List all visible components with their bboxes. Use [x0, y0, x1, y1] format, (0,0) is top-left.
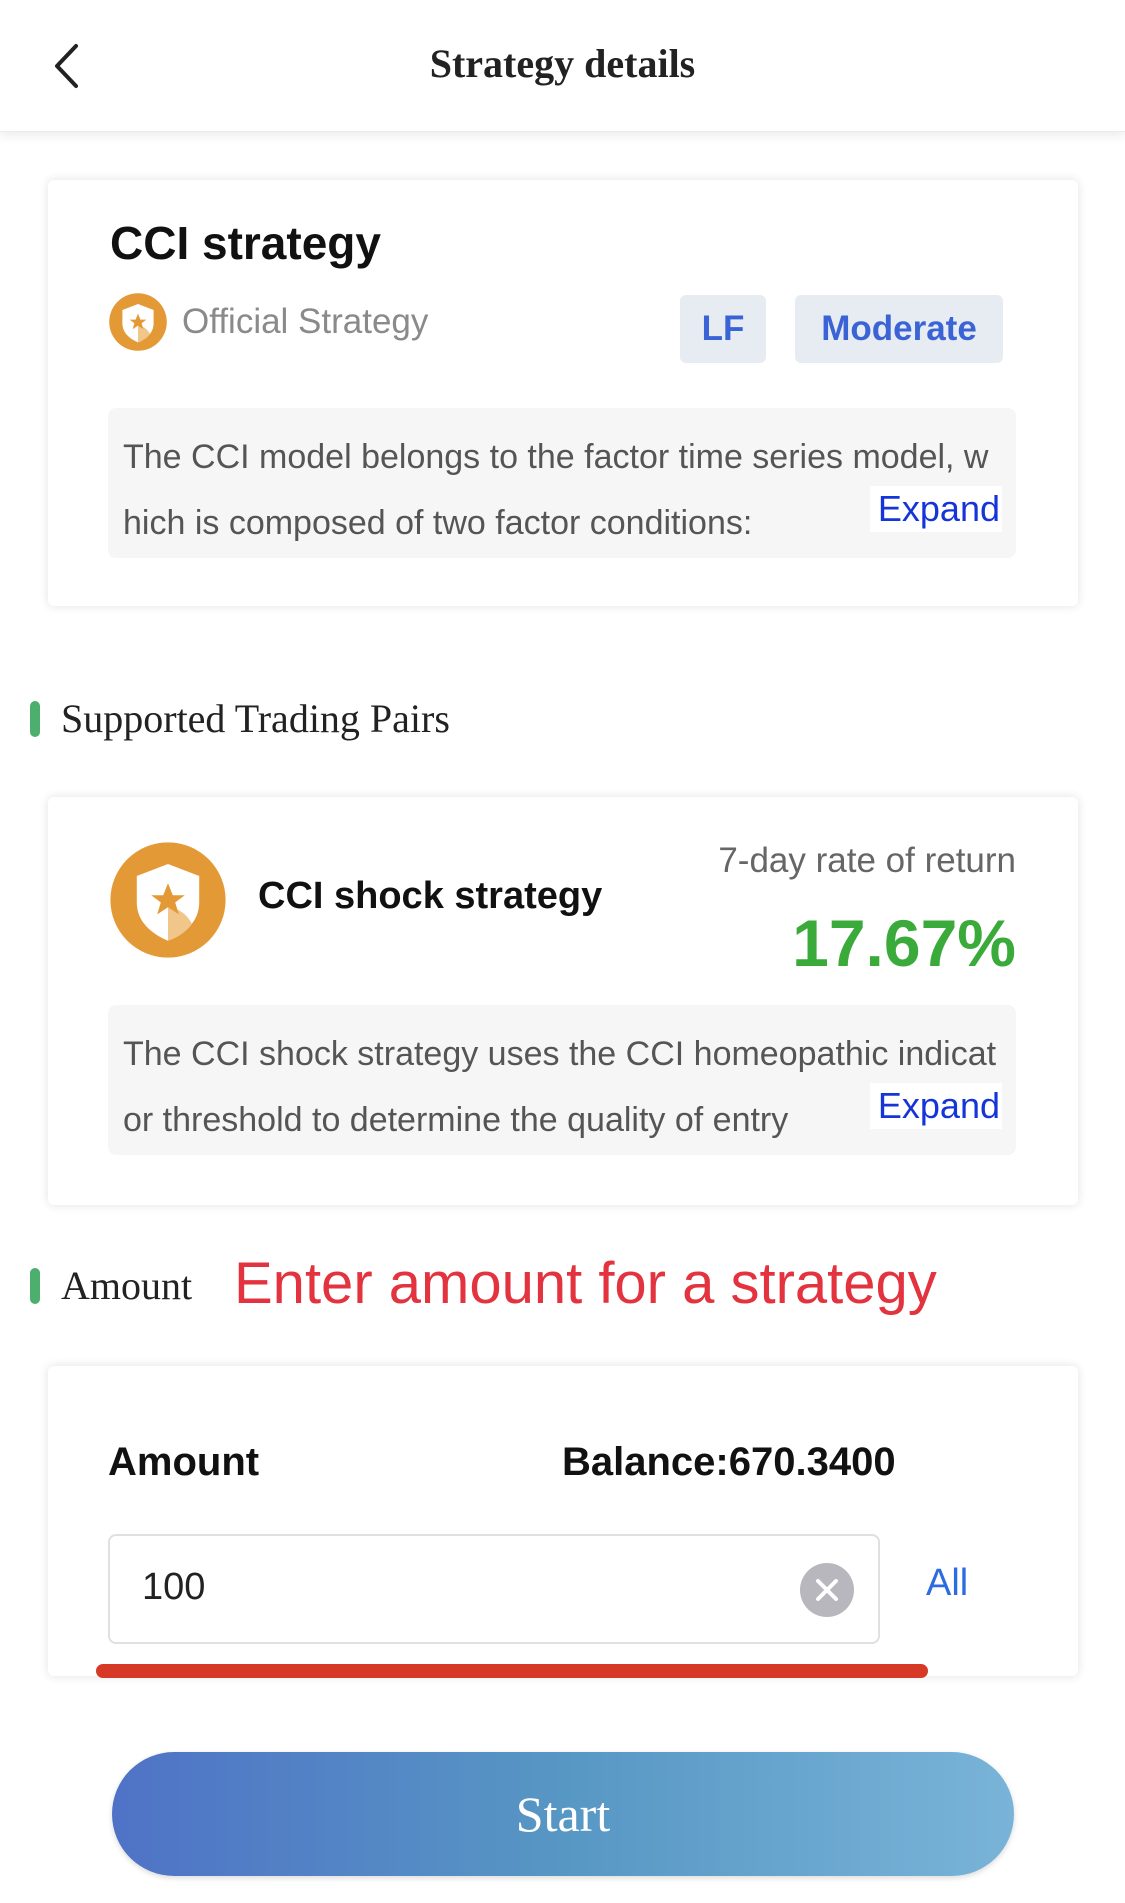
section-marker [30, 700, 40, 737]
section-header-trading-pairs: Supported Trading Pairs [30, 695, 450, 742]
page-title: Strategy details [429, 41, 696, 86]
balance-text: Balance:670.3400 [562, 1440, 896, 1484]
all-amount-button[interactable]: All [926, 1562, 968, 1605]
amount-input-value[interactable]: 100 [142, 1566, 205, 1609]
amount-label: Amount [108, 1440, 260, 1484]
strategy-card: CCI strategy Official Strategy LF Modera… [48, 180, 1078, 606]
frequency-tag: LF [680, 295, 766, 363]
official-strategy-label: Official Strategy [182, 302, 429, 341]
clear-input-button[interactable] [800, 1563, 854, 1617]
section-title: Supported Trading Pairs [61, 696, 450, 741]
pair-name: CCI shock strategy [258, 875, 603, 917]
annotation-underline [96, 1664, 928, 1678]
pair-description-box: The CCI shock strategy uses the CCI home… [108, 1005, 1016, 1155]
top-nav-bar: Strategy details [0, 0, 1125, 132]
return-value: 17.67% [792, 906, 1016, 980]
section-header-amount: Amount [30, 1262, 192, 1309]
strategy-description-box: The CCI model belongs to the factor time… [108, 408, 1016, 558]
amount-input[interactable]: 100 [108, 1534, 880, 1644]
start-button-label: Start [515, 1786, 611, 1842]
official-strategy-row: Official Strategy [108, 292, 428, 352]
risk-tag: Moderate [795, 295, 1003, 363]
amount-hint: Enter amount for a strategy [234, 1251, 937, 1316]
return-label: 7-day rate of return [718, 841, 1016, 880]
clear-icon [816, 1579, 838, 1601]
expand-link[interactable]: Expand [869, 1083, 1002, 1129]
start-button[interactable]: Start [112, 1752, 1014, 1876]
expand-link[interactable]: Expand [869, 486, 1002, 532]
strategy-title: CCI strategy [110, 217, 381, 269]
amount-card: Amount Balance:670.3400 100 All [48, 1366, 1078, 1676]
section-title: Amount [61, 1263, 193, 1308]
trading-pair-card[interactable]: CCI shock strategy 7-day rate of return … [48, 797, 1078, 1205]
shield-star-icon [110, 842, 226, 958]
shield-star-icon [109, 293, 167, 351]
section-marker [30, 1267, 40, 1304]
